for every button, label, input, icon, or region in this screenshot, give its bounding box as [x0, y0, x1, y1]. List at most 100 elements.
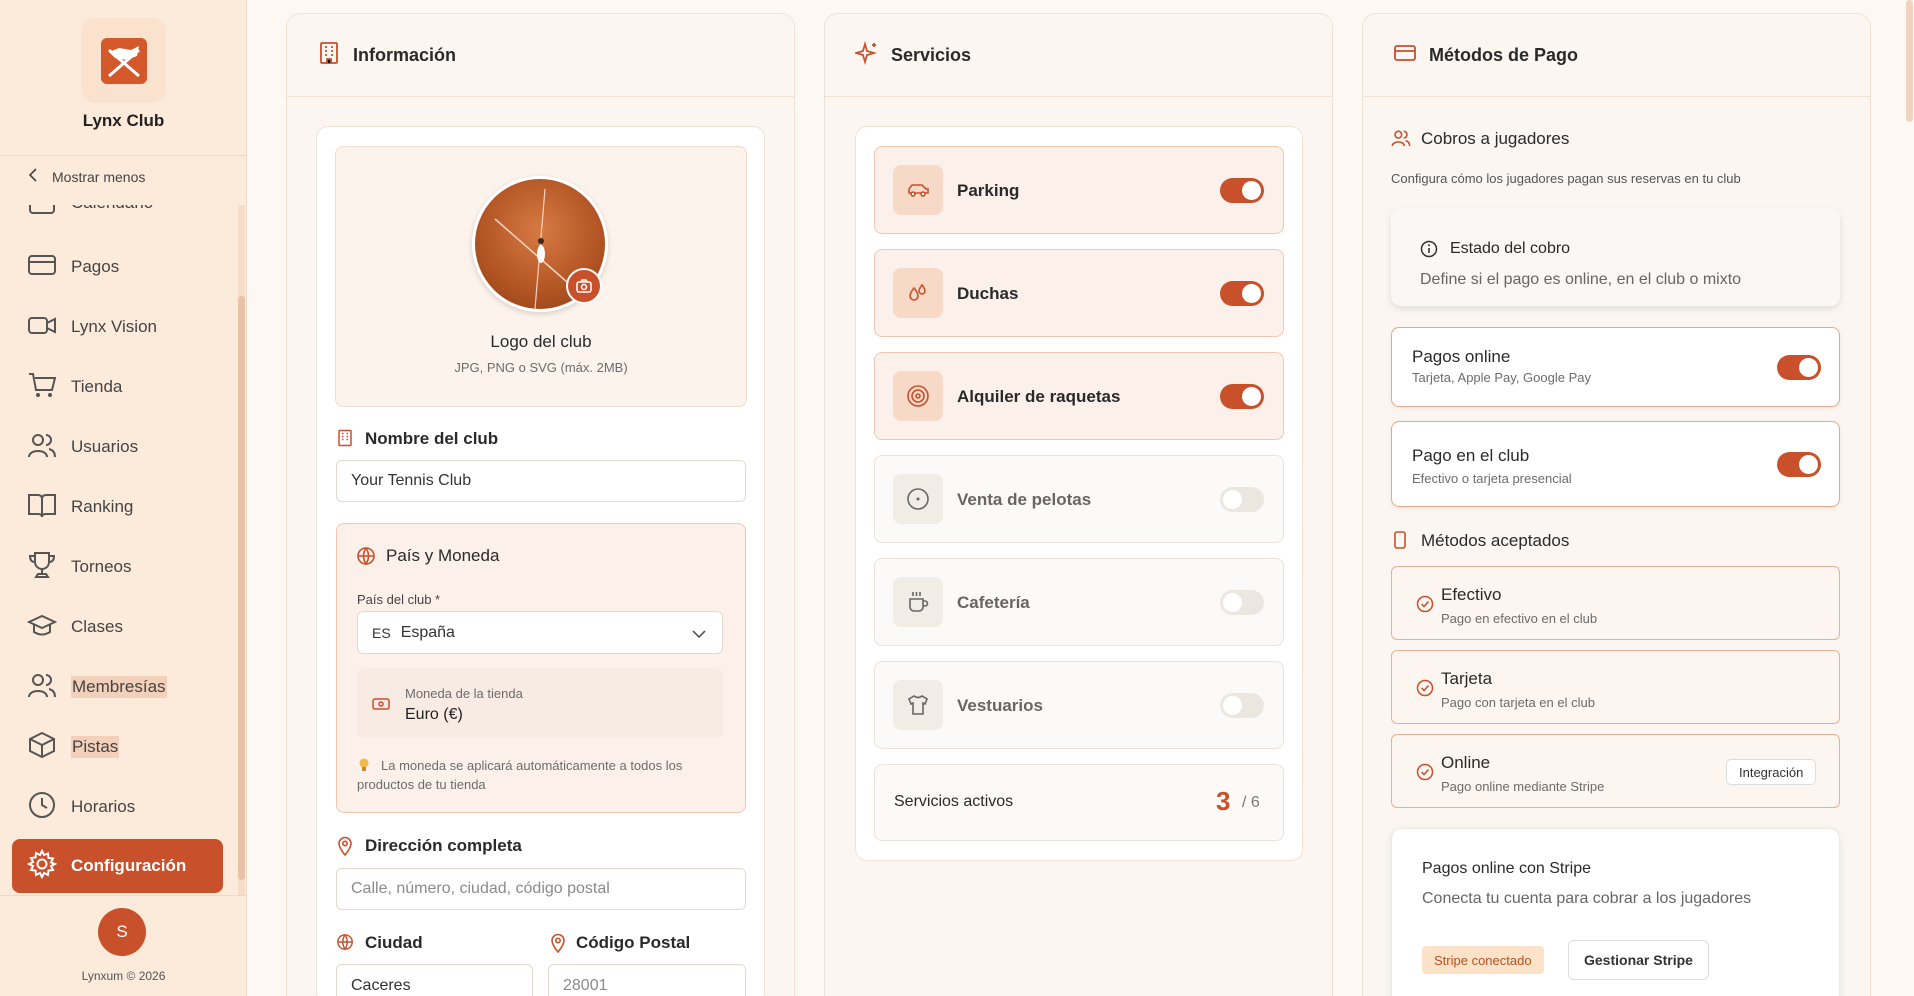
vestuarios-toggle[interactable] — [1220, 693, 1264, 718]
globe-icon — [336, 933, 354, 956]
service-item-venta-pelotas[interactable]: Venta de pelotas — [874, 455, 1284, 543]
divider — [0, 895, 247, 896]
club-payment-toggle[interactable] — [1777, 452, 1821, 477]
active-services-label: Servicios activos — [894, 793, 1014, 810]
sidebar-item-label: Calendario — [71, 205, 153, 213]
sidebar-item-label: Lynx Vision — [71, 317, 157, 336]
cart-icon — [27, 370, 57, 405]
sidebar-item-membresias[interactable]: Membresías — [27, 671, 167, 703]
club-logo-badge[interactable] — [81, 18, 166, 103]
brand-name: Lynx Club — [82, 111, 165, 130]
panel-title: Métodos de Pago — [1429, 44, 1579, 65]
collapse-menu-button[interactable]: Mostrar menos — [28, 168, 145, 185]
currency-label: Moneda de la tienda — [405, 686, 523, 701]
service-item-vestuarios[interactable]: Vestuarios — [874, 661, 1284, 749]
copyright: Lynxum © 2026 — [81, 969, 166, 983]
page-scrollbar-track[interactable] — [1905, 0, 1914, 996]
venta-pelotas-toggle[interactable] — [1220, 487, 1264, 512]
sidebar-item-clases[interactable]: Clases — [26, 611, 123, 643]
sidebar-item-label: Membresías — [71, 676, 167, 698]
sidebar-item-lynx-vision[interactable]: Lynx Vision — [27, 311, 157, 343]
sidebar-item-label: Usuarios — [71, 437, 139, 456]
club-payment-option[interactable]: Pago en el club Efectivo o tarjeta prese… — [1391, 421, 1840, 507]
sidebar: Lynx Club Mostrar menos Calendario Pagos… — [0, 0, 247, 996]
postal-code-label: Código Postal — [576, 933, 691, 952]
accepted-methods-title: Métodos aceptados — [1421, 531, 1570, 550]
currency-note: La moneda se aplicará automáticamente a … — [381, 758, 683, 773]
sidebar-item-configuracion[interactable]: Configuración — [12, 839, 223, 893]
duchas-toggle[interactable] — [1220, 281, 1264, 306]
country-select[interactable]: ES España — [357, 611, 723, 654]
address-input[interactable]: Calle, número, ciudad, código postal — [336, 868, 746, 910]
map-pin-icon — [337, 836, 353, 861]
stripe-description: Conecta tu cuenta para cobrar a los juga… — [1422, 890, 1752, 907]
method-efectivo[interactable]: Efectivo Pago en efectivo en el club — [1391, 566, 1840, 640]
total-services: / 6 — [1242, 794, 1260, 811]
sidebar-item-horarios[interactable]: Horarios — [27, 791, 135, 823]
online-payments-desc: Tarjeta, Apple Pay, Google Pay — [1412, 370, 1591, 385]
trophy-icon — [27, 550, 57, 585]
info-icon — [1420, 240, 1438, 263]
sidebar-item-pistas[interactable]: Pistas — [27, 730, 120, 765]
city-input[interactable]: Caceres — [336, 964, 533, 996]
method-tarjeta[interactable]: Tarjeta Pago con tarjeta en el club — [1391, 650, 1840, 724]
sidebar-item-pagos[interactable]: Pagos — [27, 251, 119, 283]
status-title: Estado del cobro — [1450, 240, 1571, 257]
currency-display — [357, 668, 723, 738]
country-value: España — [400, 623, 455, 641]
sidebar-item-ranking[interactable]: Ranking — [27, 491, 133, 523]
users-icon — [27, 430, 57, 465]
banknote-icon — [372, 697, 390, 716]
online-payments-option[interactable]: Pagos online Tarjeta, Apple Pay, Google … — [1391, 327, 1840, 407]
country-label: País del club * — [357, 592, 441, 607]
sidebar-item-label: Configuración — [71, 856, 187, 875]
parking-toggle[interactable] — [1220, 178, 1264, 203]
integration-badge[interactable]: Integración — [1726, 759, 1817, 785]
sidebar-item-torneos[interactable]: Torneos — [27, 551, 131, 583]
sidebar-item-label: Horarios — [71, 797, 136, 816]
divider — [0, 155, 247, 156]
postal-code-input[interactable]: 28001 — [548, 964, 746, 996]
manage-stripe-button[interactable]: Gestionar Stripe — [1568, 940, 1709, 980]
sidebar-scrollbar-thumb[interactable] — [238, 296, 245, 880]
sidebar-item-tienda[interactable]: Tienda — [27, 371, 122, 403]
sidebar-item-label: Pagos — [71, 257, 120, 276]
sidebar-item-calendario[interactable]: Calendario — [27, 205, 153, 219]
service-item-cafeteria[interactable]: Cafetería — [874, 558, 1284, 646]
building-icon — [317, 41, 341, 70]
video-icon — [27, 310, 57, 345]
service-label: Venta de pelotas — [957, 490, 1092, 509]
service-item-duchas[interactable]: Duchas — [874, 249, 1284, 337]
smartphone-icon — [1393, 531, 1407, 554]
logo-title: Logo del club — [490, 332, 592, 351]
method-desc: Pago online mediante Stripe — [1441, 779, 1605, 794]
target-icon — [893, 371, 943, 421]
panel-title: Información — [353, 44, 457, 65]
method-online[interactable]: Online Pago online mediante Stripe Integ… — [1391, 734, 1840, 808]
status-description: Define si el pago es online, en el club … — [1420, 271, 1742, 288]
map-pin-icon — [550, 933, 566, 958]
logo-hint: JPG, PNG o SVG (máx. 2MB) — [454, 360, 628, 375]
box-icon — [27, 730, 57, 765]
avatar[interactable]: S — [98, 908, 146, 956]
sidebar-item-label: Pistas — [71, 736, 120, 758]
page-scrollbar-thumb[interactable] — [1906, 0, 1913, 122]
alquiler-raquetas-toggle[interactable] — [1220, 384, 1264, 409]
collect-title: Cobros a jugadores — [1421, 129, 1570, 148]
service-item-alquiler-raquetas[interactable]: Alquiler de raquetas — [874, 352, 1284, 440]
building-icon — [336, 429, 354, 452]
stripe-title: Pagos online con Stripe — [1422, 860, 1591, 877]
method-title: Online — [1441, 753, 1491, 772]
chevron-left-icon — [28, 168, 38, 185]
online-payments-toggle[interactable] — [1777, 355, 1821, 380]
clock-icon — [27, 790, 57, 825]
check-circle-icon — [1416, 763, 1434, 781]
club-name-input[interactable]: Your Tennis Club — [336, 460, 746, 502]
city-label: Ciudad — [365, 933, 423, 952]
sidebar-item-usuarios[interactable]: Usuarios — [27, 431, 138, 463]
service-label: Cafetería — [957, 593, 1030, 612]
service-item-parking[interactable]: Parking — [874, 146, 1284, 234]
camera-icon[interactable] — [566, 268, 602, 304]
country-currency-title: País y Moneda — [386, 546, 500, 565]
cafeteria-toggle[interactable] — [1220, 590, 1264, 615]
